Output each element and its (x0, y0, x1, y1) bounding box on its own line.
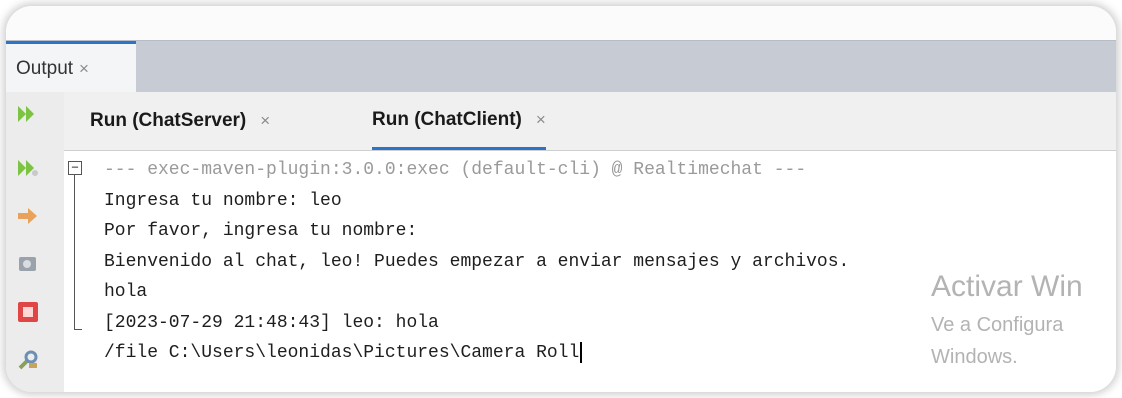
tab-run-chatserver-close-icon[interactable]: × (260, 111, 270, 131)
console-line: Por favor, ingresa tu nombre: (104, 221, 418, 241)
settings-icon[interactable] (16, 252, 40, 276)
output-window: Output × Run (ChatServer) × Run (ChatCli… (6, 6, 1116, 392)
fold-line (74, 175, 75, 329)
rerun-with-options-icon[interactable] (16, 156, 40, 180)
rerun-icon[interactable] (16, 102, 40, 126)
run-tab-bar: Run (ChatServer) × Run (ChatClient) × (64, 92, 1116, 151)
watermark-title: Activar Win (931, 270, 1083, 303)
tab-run-chatserver-label: Run (ChatServer) (90, 110, 247, 131)
tab-output-close-icon[interactable]: × (79, 59, 89, 79)
tools-icon[interactable] (16, 348, 40, 372)
step-icon[interactable] (16, 204, 40, 228)
watermark-line-2: Ve a Configura (931, 314, 1064, 336)
console-line: Ingresa tu nombre: leo (104, 190, 342, 211)
fold-line-end (74, 329, 82, 330)
console-input-text: /file C:\Users\leonidas\Pictures\Camera … (104, 343, 580, 363)
console-toolbar (6, 92, 65, 392)
fold-toggle-icon[interactable]: − (68, 161, 82, 175)
text-caret (580, 341, 583, 363)
windows-activation-watermark: Activar Win Ve a Configura Windows. (931, 270, 1083, 372)
console-line-maven-header: --- exec-maven-plugin:3.0.0:exec (defaul… (104, 160, 807, 180)
tab-run-chatclient[interactable]: Run (ChatClient) × (372, 92, 546, 150)
tab-output[interactable]: Output × (6, 41, 136, 93)
tab-run-chatserver[interactable]: Run (ChatServer) × (90, 92, 270, 150)
output-tab-bar: Output × (6, 40, 1116, 93)
tab-output-label: Output (16, 57, 74, 79)
watermark-line-3: Windows. (931, 346, 1018, 368)
window-top-strip (6, 6, 1116, 40)
tab-run-chatclient-close-icon[interactable]: × (536, 110, 546, 130)
stop-icon[interactable] (16, 300, 40, 324)
tab-run-chatclient-label: Run (ChatClient) (372, 108, 522, 130)
